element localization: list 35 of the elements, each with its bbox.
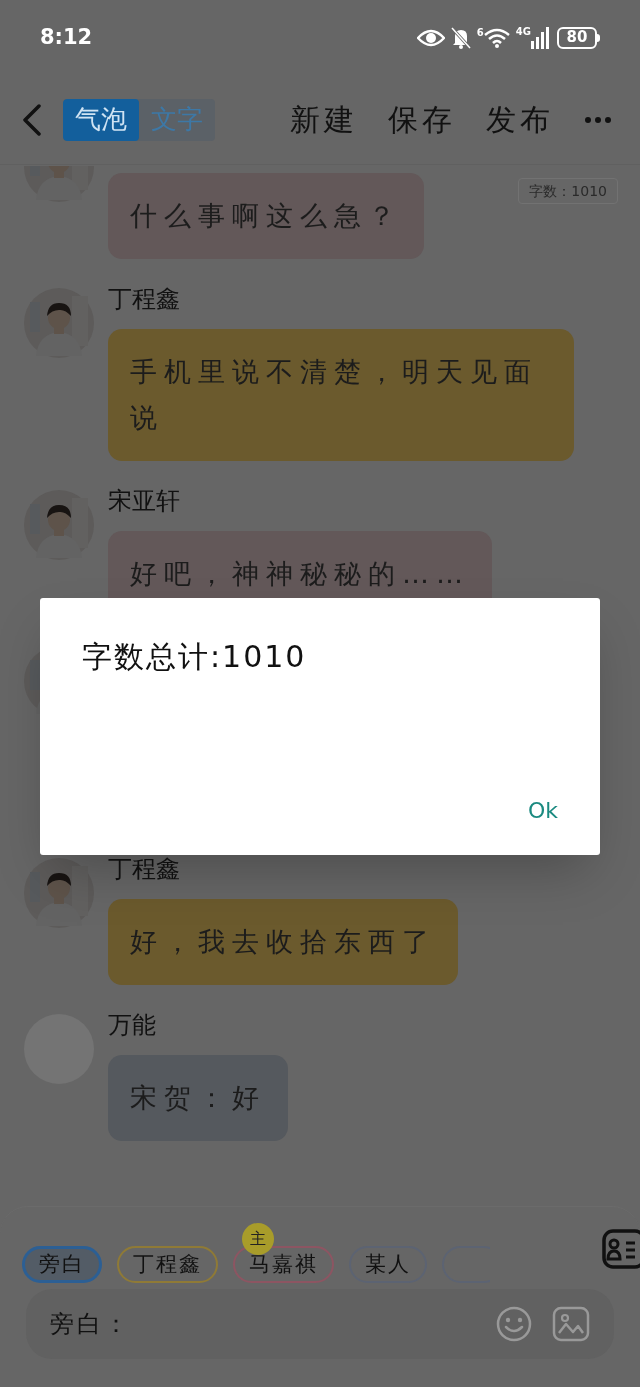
sender-name: 万能 bbox=[108, 1010, 156, 1041]
status-time: 8:12 bbox=[40, 23, 93, 51]
back-icon[interactable] bbox=[22, 103, 42, 136]
image-icon[interactable] bbox=[552, 1306, 590, 1342]
role-chip[interactable]: 旁白 bbox=[22, 1246, 102, 1283]
dialog-title: 字数总计:1010 bbox=[82, 638, 307, 676]
signal-icon bbox=[531, 26, 551, 49]
sender-name: 宋亚轩 bbox=[108, 486, 180, 517]
role-chip[interactable]: 丁程鑫 bbox=[117, 1246, 218, 1283]
wifi-icon bbox=[483, 27, 510, 48]
mute-bell-icon bbox=[450, 26, 471, 49]
ok-button[interactable]: Ok bbox=[527, 794, 558, 827]
message-input[interactable]: 旁白： bbox=[26, 1289, 614, 1359]
emoji-icon[interactable] bbox=[496, 1306, 532, 1342]
role-chip[interactable]: 马嘉祺 bbox=[233, 1246, 334, 1283]
input-label: 旁白： bbox=[50, 1309, 131, 1340]
toolbar-button[interactable]: 新建 bbox=[290, 97, 358, 142]
wifi-label: 6 bbox=[476, 27, 484, 38]
sender-name: 丁程鑫 bbox=[108, 854, 180, 885]
battery-indicator: 80 bbox=[557, 26, 597, 49]
sender-name: 丁程鑫 bbox=[108, 284, 180, 315]
message-bubble: 什么事啊这么急？ bbox=[108, 173, 424, 259]
role-chip[interactable]: 某人 bbox=[349, 1246, 427, 1283]
word-count-badge: 字数：1010 bbox=[518, 178, 618, 204]
toolbar-button[interactable]: 发布 bbox=[486, 97, 554, 142]
mode-tab[interactable]: 气泡 bbox=[63, 98, 139, 141]
contacts-icon[interactable] bbox=[602, 1229, 640, 1269]
message-bubble: 手机里说不清楚，明天见面说 bbox=[108, 329, 574, 461]
message-bubble: 好，我去收拾东西了 bbox=[108, 899, 458, 985]
more-icon[interactable] bbox=[584, 115, 612, 124]
role-badge: 主 bbox=[242, 1223, 274, 1255]
toolbar-button[interactable]: 保存 bbox=[388, 97, 456, 142]
message-bubble: 宋贺：好 bbox=[108, 1055, 288, 1141]
network-label: 4G bbox=[515, 26, 531, 37]
eye-icon bbox=[416, 27, 445, 48]
